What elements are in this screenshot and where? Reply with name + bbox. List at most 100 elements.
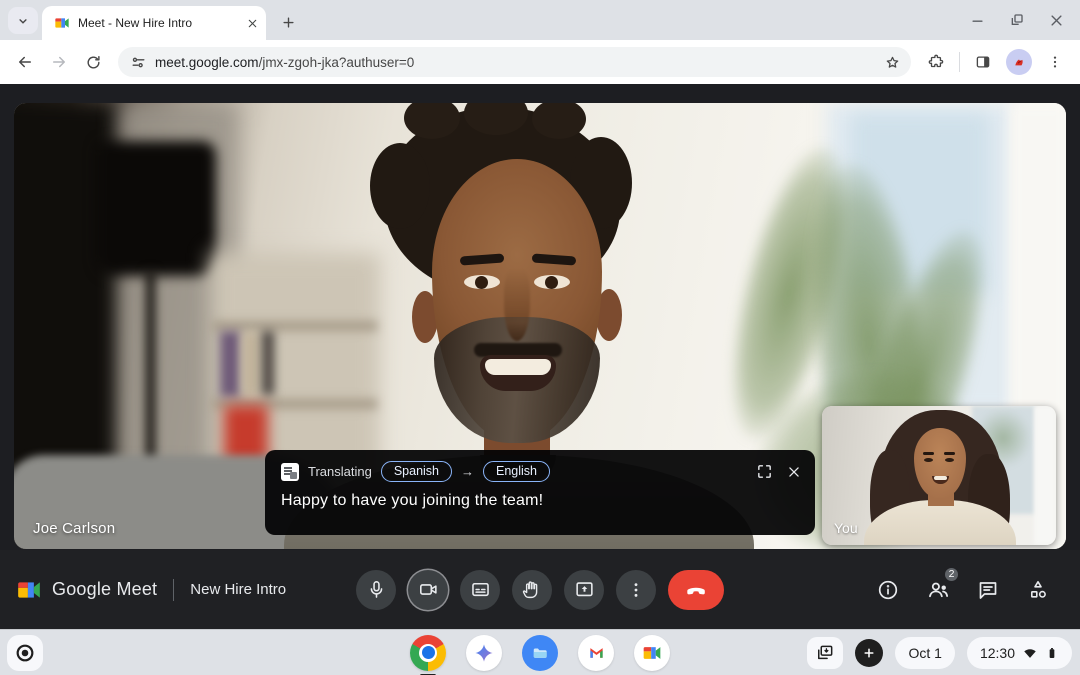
browser-tab-strip: Meet - New Hire Intro xyxy=(0,0,1080,40)
raise-hand-button[interactable] xyxy=(512,569,552,610)
restore-button[interactable] xyxy=(1009,12,1025,28)
window-controls xyxy=(970,6,1064,34)
book xyxy=(243,333,259,395)
chat-button[interactable] xyxy=(975,577,1001,603)
google-meet-logo-icon xyxy=(18,581,40,598)
minimize-button[interactable] xyxy=(970,13,985,28)
side-panel-button[interactable] xyxy=(968,47,998,77)
self-view-wall xyxy=(1034,406,1056,545)
tab-title: Meet - New Hire Intro xyxy=(78,16,193,30)
meet-icon xyxy=(643,646,661,659)
lamp xyxy=(96,141,216,276)
caption-expand-button[interactable] xyxy=(756,463,773,480)
speaker-eye xyxy=(464,275,500,289)
screen-capture-button[interactable] xyxy=(807,636,844,669)
notification-counter-button[interactable] xyxy=(855,638,884,667)
microphone-icon xyxy=(370,581,382,598)
source-language-chip[interactable]: Spanish xyxy=(380,461,453,482)
shelf-app-meet[interactable] xyxy=(634,634,670,671)
camera-button[interactable] xyxy=(408,569,448,610)
back-icon xyxy=(19,56,31,68)
puzzle-icon xyxy=(928,54,944,68)
close-icon xyxy=(789,466,799,477)
site-info-icon[interactable] xyxy=(130,54,147,71)
meet-page: Joe Carlson Translating Spanish → Englis… xyxy=(0,84,1080,629)
microphone-button[interactable] xyxy=(356,569,396,610)
wifi-icon xyxy=(1024,648,1036,658)
captions-button[interactable] xyxy=(460,569,500,610)
captions-icon xyxy=(471,582,489,597)
main-video-tile: Joe Carlson Translating Spanish → Englis… xyxy=(14,103,1066,549)
chrome-icon xyxy=(410,634,446,671)
back-button[interactable] xyxy=(10,47,40,77)
new-tab-button[interactable] xyxy=(274,8,302,36)
url-domain: meet.google.com xyxy=(155,54,259,70)
meet-control-bar: Google Meet New Hire Intro 2 xyxy=(0,550,1080,629)
shelf-app-row xyxy=(410,634,670,671)
shelf-app-files[interactable] xyxy=(522,634,558,671)
meet-favicon xyxy=(55,18,69,28)
bookmark-button[interactable] xyxy=(879,49,905,75)
gemini-icon xyxy=(475,643,493,662)
chevron-down-icon xyxy=(19,18,27,24)
side-panel-controls: 2 xyxy=(875,565,1051,603)
side-panel-icon xyxy=(976,56,990,68)
forward-button[interactable] xyxy=(44,47,74,77)
chat-icon xyxy=(979,581,997,599)
expand-icon xyxy=(758,465,771,478)
files-icon xyxy=(533,648,547,658)
minimize-icon xyxy=(972,19,983,22)
call-end-icon xyxy=(687,587,705,594)
book xyxy=(262,331,274,395)
raise-hand-icon xyxy=(522,581,537,599)
shelf-app-gemini[interactable] xyxy=(466,634,502,671)
gmail-icon xyxy=(589,648,603,658)
screen-capture-icon xyxy=(818,645,833,659)
caption-close-button[interactable] xyxy=(787,465,801,479)
profile-avatar[interactable] xyxy=(1006,49,1032,75)
close-icon xyxy=(1051,14,1062,26)
tab-search-button[interactable] xyxy=(8,7,38,34)
shelf-app-chrome[interactable] xyxy=(410,634,446,671)
translate-icon xyxy=(281,462,299,481)
browser-tab[interactable]: Meet - New Hire Intro xyxy=(42,6,266,40)
browser-menu-button[interactable] xyxy=(1040,47,1070,77)
reload-button[interactable] xyxy=(78,47,108,77)
plus-icon xyxy=(864,647,875,658)
bird-avatar-icon xyxy=(1015,59,1023,66)
speaker-name-label: Joe Carlson xyxy=(33,520,116,537)
language-arrow: → xyxy=(461,464,475,479)
chromeos-shelf: Oct 1 12:30 xyxy=(0,629,1080,675)
system-tray[interactable]: 12:30 xyxy=(966,636,1072,669)
shelf-app-gmail[interactable] xyxy=(578,634,614,671)
browser-toolbar: meet.google.com/jmx-zgoh-jka?authuser=0 xyxy=(0,40,1080,84)
participants-count-badge: 2 xyxy=(943,565,960,583)
activities-button[interactable] xyxy=(1025,577,1051,603)
plus-icon xyxy=(282,16,294,28)
meeting-name: New Hire Intro xyxy=(190,581,287,598)
battery-icon xyxy=(1049,647,1055,658)
forward-icon xyxy=(53,56,65,68)
meet-brand: Google Meet New Hire Intro xyxy=(16,577,286,603)
kebab-menu-icon xyxy=(1053,56,1057,68)
target-language-chip[interactable]: English xyxy=(483,461,551,482)
caption-text: Happy to have you joining the team! xyxy=(281,492,544,509)
present-button[interactable] xyxy=(564,569,604,610)
close-window-button[interactable] xyxy=(1049,13,1064,28)
chromeos-screen: Meet - New Hire Intro meet.google.com/jm… xyxy=(0,0,1080,675)
caption-status-label: Translating xyxy=(308,464,372,479)
tab-close-button[interactable] xyxy=(247,18,258,29)
end-call-button[interactable] xyxy=(668,569,724,610)
brand-separator xyxy=(173,578,175,601)
people-button[interactable]: 2 xyxy=(925,565,960,603)
date-label: Oct 1 xyxy=(908,644,942,661)
toolbar-separator xyxy=(959,52,960,72)
launcher-button[interactable] xyxy=(7,635,43,671)
meeting-details-button[interactable] xyxy=(875,577,901,603)
address-bar[interactable]: meet.google.com/jmx-zgoh-jka?authuser=0 xyxy=(118,47,911,77)
more-options-button[interactable] xyxy=(616,569,656,610)
self-view-tile[interactable]: You xyxy=(822,406,1056,545)
camera-icon xyxy=(419,584,437,595)
extensions-button[interactable] xyxy=(921,47,951,77)
calendar-date-pill[interactable]: Oct 1 xyxy=(895,636,955,669)
